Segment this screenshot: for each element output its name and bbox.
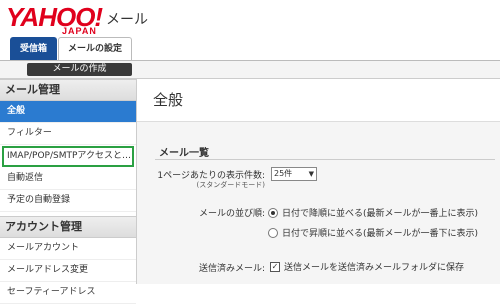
sent-mail-option[interactable]: ✓ 送信メールを送信済みメールフォルダに保存: [270, 260, 464, 273]
sent-mail-checkbox[interactable]: ✓: [270, 261, 280, 272]
sidebar-item-mail-account[interactable]: メールアカウント: [0, 238, 136, 260]
radio-asc[interactable]: [268, 227, 278, 238]
sidebar-item-general[interactable]: 全般: [0, 101, 136, 123]
chevron-down-icon: ▼: [308, 170, 314, 178]
header: YAHOO! JAPAN メール 受信箱 メールの設定: [0, 0, 500, 60]
per-page-selected-value: 25件: [274, 169, 293, 178]
sidebar-item-auto-reply[interactable]: 自動返信: [0, 168, 136, 190]
per-page-sublabel: (スタンダードモード): [196, 181, 265, 189]
sidebar-header-account-management: アカウント管理: [0, 216, 136, 238]
main-panel: 全般 メール一覧 1ページあたりの表示件数: (スタンダードモード) 25件 ▼…: [137, 79, 500, 284]
sidebar-item-safety-address[interactable]: セーフティーアドレス: [0, 282, 136, 304]
tab-inbox[interactable]: 受信箱: [10, 37, 58, 60]
sort-option-desc-label: 日付で降順に並べる(最新メールが一番上に表示): [282, 209, 479, 219]
sort-option-asc[interactable]: 日付で昇順に並べる(最新メールが一番下に表示): [268, 226, 478, 239]
radio-desc[interactable]: [268, 207, 278, 218]
sidebar-item-auto-schedule[interactable]: 予定の自動登録: [0, 190, 136, 212]
tab-bar: 受信箱 メールの設定: [10, 37, 133, 61]
compose-button[interactable]: メールの作成: [27, 63, 132, 76]
compose-bar: メールの作成: [0, 61, 500, 79]
logo-sub-text: JAPAN: [62, 26, 97, 36]
yahoo-japan-logo[interactable]: YAHOO! JAPAN: [6, 4, 103, 36]
per-page-select[interactable]: 25件 ▼: [271, 167, 317, 181]
page-title-bar: 全般: [137, 79, 500, 122]
product-name: メール: [106, 12, 148, 28]
section-title: メール一覧: [159, 148, 209, 159]
page-title: 全般: [153, 91, 184, 109]
sort-label: メールの並び順:: [198, 209, 265, 219]
sort-option-desc[interactable]: 日付で降順に並べる(最新メールが一番上に表示): [268, 206, 478, 219]
sort-option-asc-label: 日付で昇順に並べる(最新メールが一番下に表示): [282, 229, 479, 239]
sidebar: メール管理 全般 フィルター IMAP/POP/SMTPアクセスと… 自動返信 …: [0, 79, 137, 304]
sent-mail-checkbox-label: 送信メールを送信済みメールフォルダに保存: [284, 263, 465, 273]
sidebar-item-imap-pop-smtp[interactable]: IMAP/POP/SMTPアクセスと…: [2, 146, 134, 167]
sidebar-item-change-address[interactable]: メールアドレス変更: [0, 260, 136, 282]
section-divider: [155, 159, 495, 160]
sidebar-header-mail-management: メール管理: [0, 79, 136, 101]
tab-mail-settings[interactable]: メールの設定: [58, 37, 133, 60]
sidebar-item-filter[interactable]: フィルター: [0, 123, 136, 145]
sent-mail-label: 送信済みメール:: [198, 264, 265, 274]
